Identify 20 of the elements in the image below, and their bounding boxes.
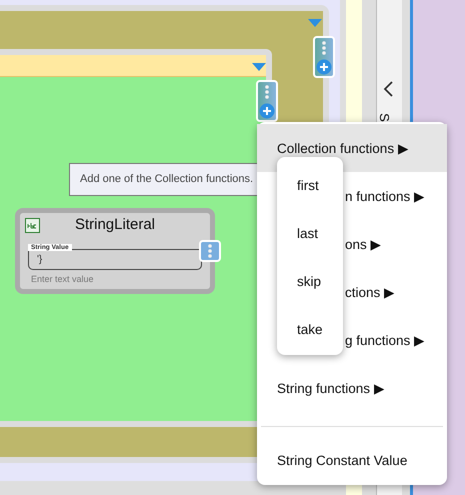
- string-literal-block[interactable]: [15, 208, 215, 294]
- dropdown-arrow-icon[interactable]: [252, 63, 266, 71]
- block-handle[interactable]: [256, 80, 278, 122]
- side-tab[interactable]: S: [376, 113, 392, 122]
- menu-item[interactable]: n functions ▶: [345, 188, 426, 204]
- text-type-icon: [25, 218, 40, 233]
- menu-item[interactable]: ons ▶: [345, 236, 382, 252]
- block-title: StringLiteral: [74, 216, 156, 233]
- helper-text: Enter text value: [31, 274, 94, 284]
- menu-item[interactable]: ctions ▶: [345, 284, 396, 300]
- block-handle[interactable]: [313, 36, 335, 78]
- menu-item[interactable]: g functions ▶: [345, 332, 426, 348]
- menu-item[interactable]: Collection functions ▶: [257, 124, 447, 172]
- menu-item[interactable]: String functions ▶: [257, 364, 447, 412]
- menu-item[interactable]: take: [277, 305, 343, 353]
- menu-item[interactable]: last: [277, 209, 343, 257]
- chevron-left-icon[interactable]: [382, 80, 394, 98]
- menu-item[interactable]: skip: [277, 257, 343, 305]
- block-handle[interactable]: [199, 240, 221, 262]
- menu-item[interactable]: String Constant Value: [257, 436, 447, 484]
